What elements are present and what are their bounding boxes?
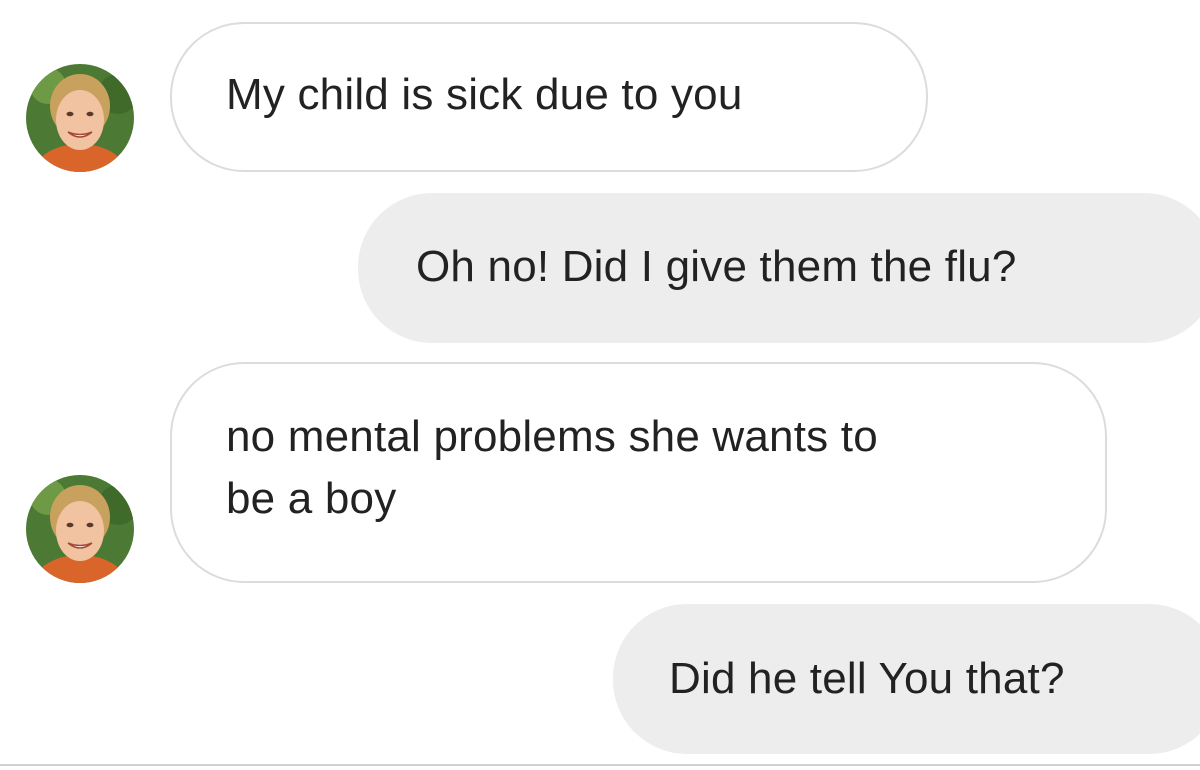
profile-photo-icon (26, 475, 134, 583)
message-text: My child is sick due to you (226, 70, 743, 119)
profile-photo-icon (26, 64, 134, 172)
message-bubble[interactable]: no mental problems she wants to be a boy (170, 362, 1107, 583)
message-bubble[interactable]: My child is sick due to you (170, 22, 928, 172)
message-text: no mental problems she wants to be a boy (226, 412, 878, 523)
message-bubble[interactable]: Did he tell You that? (613, 604, 1200, 754)
divider (0, 764, 1200, 766)
message-bubble[interactable]: Oh no! Did I give them the flu? (358, 193, 1200, 343)
message-text: Did he tell You that? (669, 654, 1065, 703)
sender-avatar[interactable] (26, 64, 134, 172)
message-thread[interactable]: My child is sick due to you Oh no! Did I… (0, 0, 1200, 770)
sender-avatar[interactable] (26, 475, 134, 583)
message-text: Oh no! Did I give them the flu? (416, 242, 1017, 291)
